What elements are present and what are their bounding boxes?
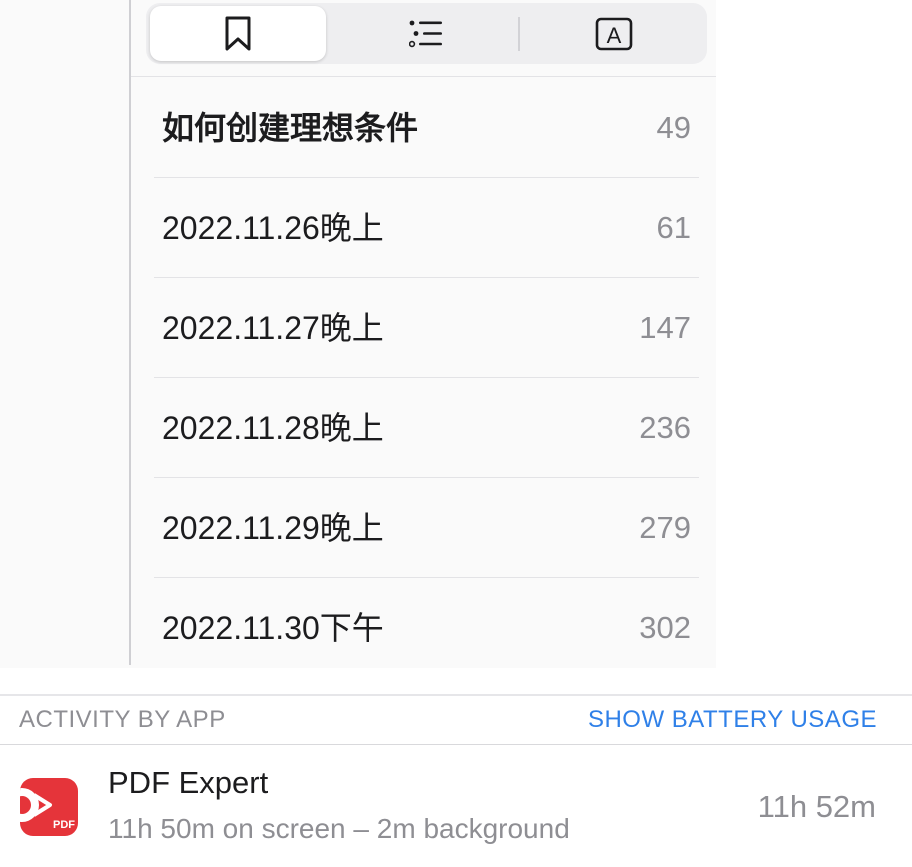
bookmarks-panel: A 如何创建理想条件 49 2022.11.26晚上 61 2022.11.27… xyxy=(0,0,716,668)
bookmark-row[interactable]: 2022.11.26晚上 61 xyxy=(154,178,699,278)
bookmark-title: 2022.11.30下午 xyxy=(162,610,384,646)
bookmark-row[interactable]: 2022.11.27晚上 147 xyxy=(154,278,699,378)
text-format-icon: A xyxy=(595,17,633,50)
bookmark-title: 如何创建理想条件 xyxy=(162,110,419,146)
bookmark-page-number: 61 xyxy=(656,210,691,245)
bookmark-title: 2022.11.28晚上 xyxy=(162,410,384,446)
segment-divider xyxy=(518,17,520,51)
bookmark-row[interactable]: 2022.11.29晚上 279 xyxy=(154,478,699,578)
bookmark-page-number: 147 xyxy=(639,310,691,345)
app-total-time: 11h 52m xyxy=(757,789,876,824)
bookmark-row[interactable]: 2022.11.28晚上 236 xyxy=(154,378,699,478)
app-usage-detail: 11h 50m on screen – 2m background xyxy=(108,813,570,844)
pdf-expert-app-icon: PDF xyxy=(20,778,78,836)
text-format-glyph: A xyxy=(607,23,622,48)
header-divider xyxy=(131,76,716,77)
bookmark-icon xyxy=(225,16,251,50)
list-icon xyxy=(409,20,442,47)
app-activity-row[interactable]: PDF PDF Expert 11h 50m on screen – 2m ba… xyxy=(0,745,912,867)
app-icon-badge: PDF xyxy=(53,819,75,831)
bookmark-title: 2022.11.27晚上 xyxy=(162,310,384,346)
view-segmented-control: A xyxy=(146,3,707,64)
show-battery-usage-link[interactable]: SHOW BATTERY USAGE xyxy=(588,696,877,744)
bookmark-title: 2022.11.26晚上 xyxy=(162,210,384,246)
section-title: ACTIVITY BY APP xyxy=(19,706,226,733)
bookmark-page-number: 279 xyxy=(639,510,691,545)
tab-text-format[interactable]: A xyxy=(526,6,702,61)
app-name: PDF Expert xyxy=(108,765,269,800)
tab-bookmarks[interactable] xyxy=(150,6,326,61)
activity-section-header: ACTIVITY BY APP SHOW BATTERY USAGE xyxy=(0,696,912,744)
panel-left-border xyxy=(129,0,131,665)
bookmark-row[interactable]: 2022.11.30下午 302 xyxy=(154,578,699,678)
bookmark-page-number: 302 xyxy=(639,610,691,645)
bookmark-title: 2022.11.29晚上 xyxy=(162,510,384,546)
bookmark-row[interactable]: 如何创建理想条件 49 xyxy=(154,78,699,178)
bookmark-page-number: 49 xyxy=(656,110,691,145)
bookmark-page-number: 236 xyxy=(639,410,691,445)
tab-table-of-contents[interactable] xyxy=(338,6,514,61)
